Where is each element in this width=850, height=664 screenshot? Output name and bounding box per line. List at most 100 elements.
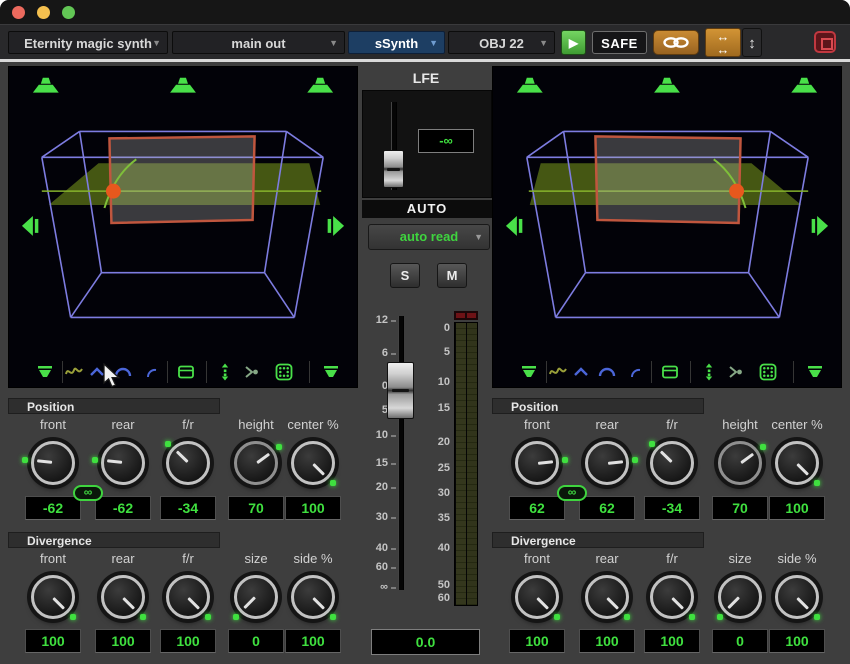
- knob-dial[interactable]: [166, 575, 210, 619]
- caret-icon[interactable]: [571, 362, 591, 382]
- stereo-width-button[interactable]: ↔ ↔: [705, 28, 741, 57]
- speaker-icon[interactable]: [321, 362, 341, 382]
- lfe-value[interactable]: -∞: [418, 129, 474, 153]
- position-center-value[interactable]: 100: [769, 496, 825, 520]
- knob-dial[interactable]: [291, 575, 335, 619]
- pan-3d-scene-left[interactable]: [9, 67, 357, 357]
- divergence-rear-knob[interactable]: [572, 562, 642, 632]
- position-height-value[interactable]: 70: [228, 496, 284, 520]
- divergence-fr-knob[interactable]: [153, 562, 223, 632]
- expand-vertical-icon[interactable]: [215, 362, 235, 382]
- speaker-icon[interactable]: [519, 362, 539, 382]
- position-front-value[interactable]: -62: [25, 496, 81, 520]
- knob-dial[interactable]: [101, 441, 145, 485]
- target-button[interactable]: [814, 31, 836, 53]
- safe-button[interactable]: SAFE: [592, 31, 647, 54]
- lock-box-icon[interactable]: [660, 362, 680, 382]
- main-fader-value[interactable]: 0.0: [371, 629, 480, 655]
- object-select[interactable]: OBJ 22 ▼: [448, 31, 555, 54]
- main-fader-track[interactable]: [398, 316, 404, 590]
- grid-icon[interactable]: [758, 362, 778, 382]
- knob-dial[interactable]: [775, 575, 819, 619]
- arc-icon[interactable]: [597, 362, 617, 382]
- pan-3d-scene-right[interactable]: [493, 67, 841, 357]
- plugin-select[interactable]: sSynth ▼: [348, 31, 445, 54]
- knob-dial[interactable]: [515, 575, 559, 619]
- knob-dial[interactable]: [234, 575, 278, 619]
- merge-icon[interactable]: [242, 362, 262, 382]
- lock-box-icon[interactable]: [176, 362, 196, 382]
- position-fr-value[interactable]: -34: [644, 496, 700, 520]
- divergence-front-knob[interactable]: [18, 562, 88, 632]
- pan-position-dot[interactable]: [729, 183, 745, 199]
- expand-vertical-icon[interactable]: [699, 362, 719, 382]
- divergence-fr-value[interactable]: 100: [160, 629, 216, 653]
- speaker-icon[interactable]: [805, 362, 825, 382]
- grid-icon[interactable]: [274, 362, 294, 382]
- position-fr-knob[interactable]: [153, 428, 223, 498]
- knob-dial[interactable]: [650, 575, 694, 619]
- output-select[interactable]: main out ▼: [172, 31, 345, 54]
- wave-icon[interactable]: [548, 362, 568, 382]
- knob-dial[interactable]: [31, 441, 75, 485]
- position-front-value[interactable]: 62: [509, 496, 565, 520]
- automation-enable-button[interactable]: ▶: [561, 30, 586, 55]
- divergence-front-knob[interactable]: [502, 562, 572, 632]
- knob-dial[interactable]: [718, 575, 762, 619]
- position-fr-knob[interactable]: [637, 428, 707, 498]
- divergence-size-value[interactable]: 0: [228, 629, 284, 653]
- position-rear-value[interactable]: 62: [579, 496, 635, 520]
- meter-clip-led[interactable]: [454, 311, 478, 320]
- merge-icon[interactable]: [726, 362, 746, 382]
- zoom-window-button[interactable]: [62, 6, 75, 19]
- minimize-window-button[interactable]: [37, 6, 50, 19]
- divergence-rear-value[interactable]: 100: [579, 629, 635, 653]
- divergence-front-value[interactable]: 100: [509, 629, 565, 653]
- knob-dial[interactable]: [515, 441, 559, 485]
- solo-button[interactable]: S: [390, 263, 420, 288]
- knob-dial[interactable]: [166, 441, 210, 485]
- automation-mode-select[interactable]: auto read ▼: [368, 224, 490, 250]
- knob-dial[interactable]: [585, 575, 629, 619]
- knob-dial[interactable]: [291, 441, 335, 485]
- close-window-button[interactable]: [12, 6, 25, 19]
- front-rear-link-icon[interactable]: ∞: [557, 485, 587, 501]
- knob-dial[interactable]: [31, 575, 75, 619]
- wave-icon[interactable]: [64, 362, 84, 382]
- knob-dial[interactable]: [718, 441, 762, 485]
- divergence-side-value[interactable]: 100: [769, 629, 825, 653]
- lfe-fader-handle[interactable]: [383, 150, 404, 188]
- pan-view-left[interactable]: [8, 66, 358, 388]
- link-controls-button[interactable]: [653, 30, 699, 55]
- divergence-fr-knob[interactable]: [637, 562, 707, 632]
- divergence-side-knob[interactable]: [278, 562, 348, 632]
- knob-dial[interactable]: [650, 441, 694, 485]
- divergence-rear-knob[interactable]: [88, 562, 158, 632]
- knob-dial[interactable]: [101, 575, 145, 619]
- position-center-knob[interactable]: [278, 428, 348, 498]
- divergence-side-value[interactable]: 100: [285, 629, 341, 653]
- pan-position-dot[interactable]: [105, 183, 121, 199]
- divergence-rear-value[interactable]: 100: [95, 629, 151, 653]
- height-link-button[interactable]: ↕: [742, 28, 762, 57]
- instrument-select[interactable]: Eternity magic synth ▼: [8, 31, 168, 54]
- knob-dial[interactable]: [234, 441, 278, 485]
- curve-icon[interactable]: [142, 362, 162, 382]
- divergence-front-value[interactable]: 100: [25, 629, 81, 653]
- divergence-size-value[interactable]: 0: [712, 629, 768, 653]
- position-fr-value[interactable]: -34: [160, 496, 216, 520]
- curve-icon[interactable]: [626, 362, 646, 382]
- position-center-knob[interactable]: [762, 428, 832, 498]
- knob-dial[interactable]: [775, 441, 819, 485]
- pan-view-right[interactable]: [492, 66, 842, 388]
- mute-button[interactable]: M: [437, 263, 467, 288]
- front-rear-link-icon[interactable]: ∞: [73, 485, 103, 501]
- main-fader-handle[interactable]: [387, 362, 414, 419]
- divergence-side-knob[interactable]: [762, 562, 832, 632]
- position-height-value[interactable]: 70: [712, 496, 768, 520]
- position-center-value[interactable]: 100: [285, 496, 341, 520]
- speaker-icon[interactable]: [35, 362, 55, 382]
- knob-dial[interactable]: [585, 441, 629, 485]
- divergence-fr-value[interactable]: 100: [644, 629, 700, 653]
- position-rear-value[interactable]: -62: [95, 496, 151, 520]
